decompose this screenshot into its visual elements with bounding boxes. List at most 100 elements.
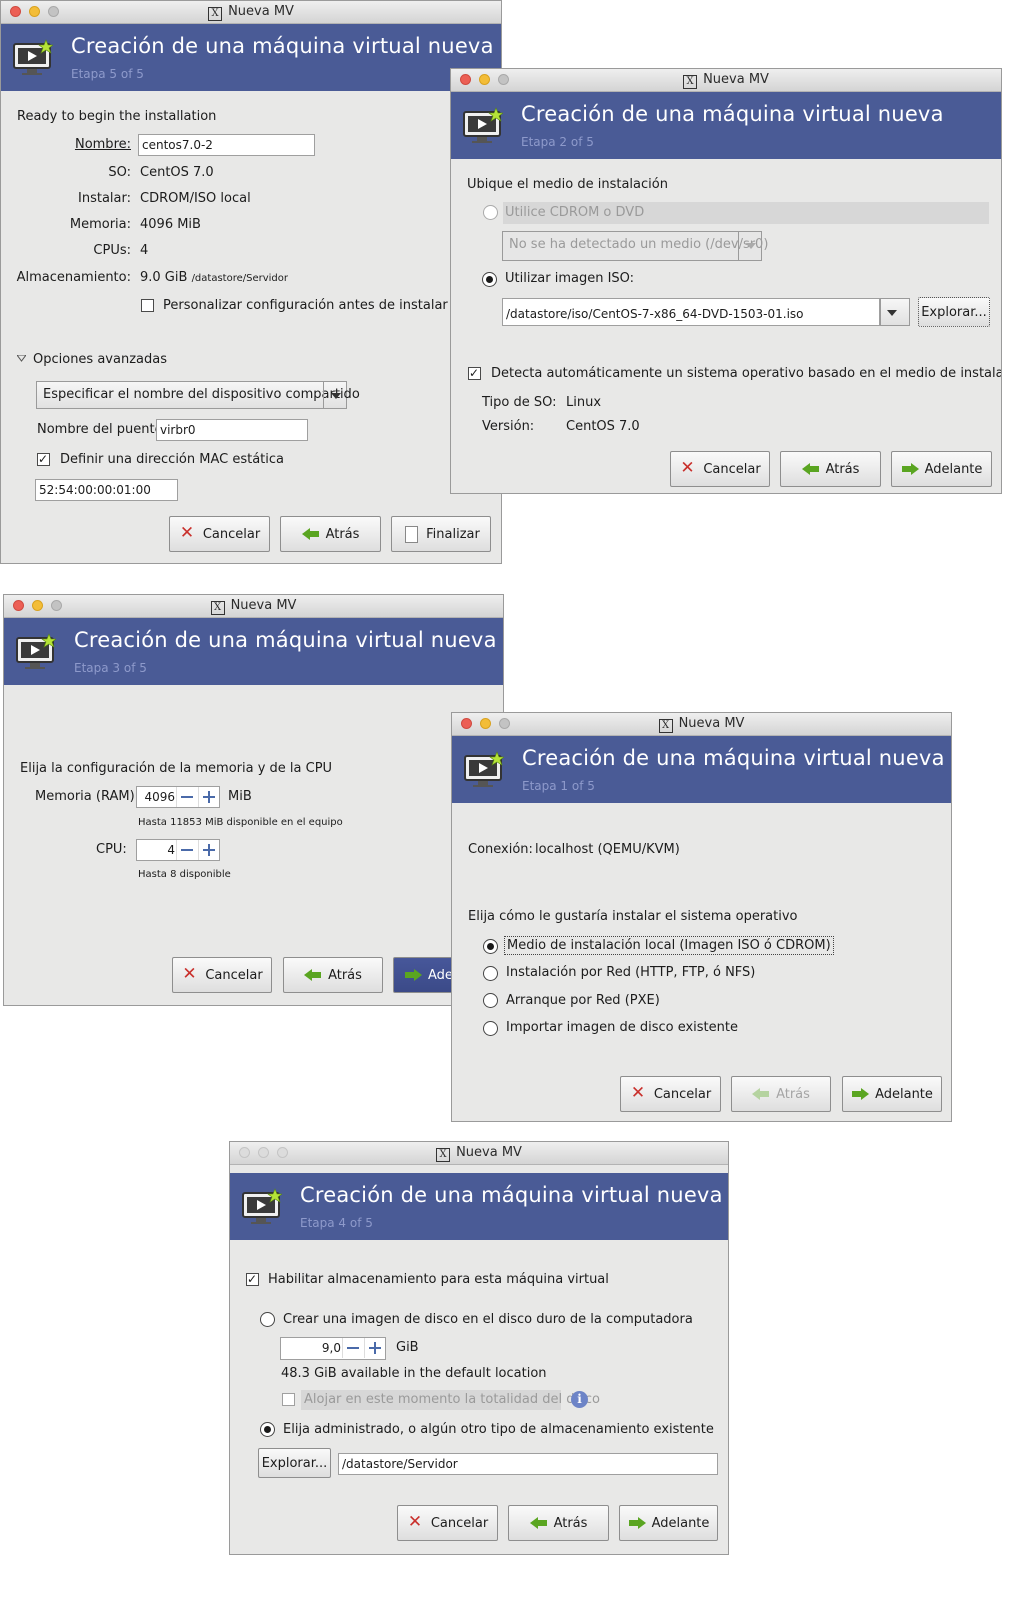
storage-path-field[interactable] [338,1453,718,1475]
window-step3: X Nueva MV Creación de una máquina virtua… [3,594,504,1006]
create-disk-radio[interactable] [260,1312,275,1327]
create-disk-label[interactable]: Crear una imagen de disco en el disco du… [283,1312,693,1327]
window-step4: X Nueva MV Creación de una máquina virtua… [229,1141,729,1555]
cpu-spinner-value: 4 [167,843,175,857]
decrement-icon[interactable] [342,1338,363,1358]
mac-checkbox[interactable] [37,453,50,466]
page-title: Creación de una máquina virtual nueva [522,746,945,770]
storage-size: 9.0 GiB [140,270,188,285]
install-option-local[interactable]: Medio de instalación local (Imagen ISO ó… [504,936,834,955]
customize-checkbox[interactable] [141,299,154,312]
advanced-options-expander[interactable]: Opciones avanzadas [33,352,167,367]
forward-button[interactable]: Adelante [619,1505,718,1541]
section-heading: Ubique el medio de instalación [467,177,668,192]
header-banner: Creación de una máquina virtual nueva Et… [452,736,951,803]
increment-icon[interactable] [198,787,219,807]
forward-button-label: Ade [428,967,453,983]
managed-storage-label[interactable]: Elija administrado, o algún otro tipo de… [283,1422,714,1437]
install-option-radio[interactable] [483,939,498,954]
titlebar[interactable]: X Nueva MV [4,595,503,618]
memory-label: Memoria: [69,217,131,232]
allocate-label[interactable]: Alojar en este momento la totalidad del … [304,1392,600,1407]
device-name-combo[interactable]: Especificar el nombre del dispositivo co… [36,381,360,409]
back-button[interactable]: Atrás [508,1505,609,1541]
x11-window-icon: X [658,719,673,733]
titlebar[interactable]: X Nueva MV [451,69,1001,92]
window-title: Nueva MV [228,4,294,19]
cancel-button-label: Cancelar [653,1086,712,1102]
mac-label[interactable]: Definir una dirección MAC estática [60,452,284,467]
install-option-network[interactable]: Instalación por Red (HTTP, FTP, ó NFS) [506,965,755,980]
titlebar[interactable]: X Nueva MV [1,1,501,24]
iso-radio[interactable] [482,272,497,287]
cancel-button[interactable]: Cancelar [397,1505,498,1541]
forward-button[interactable]: Adelante [891,451,992,487]
install-option-radio[interactable] [483,1021,498,1036]
name-label-text: Nombre: [74,137,131,152]
window-title: Nueva MV [230,598,297,613]
decrement-icon[interactable] [176,840,197,860]
stage-label: Etapa 1 of 5 [522,779,595,793]
managed-storage-radio[interactable] [260,1422,275,1437]
iso-label[interactable]: Utilizar imagen ISO: [505,271,634,286]
install-option-radio[interactable] [483,966,498,981]
install-option-radio[interactable] [483,993,498,1008]
install-option-import[interactable]: Importar imagen de disco existente [506,1020,738,1035]
detect-os-label[interactable]: Detecta automáticamente un sistema opera… [491,366,1001,381]
cdrom-radio[interactable] [483,205,498,220]
forward-arrow-icon [851,1085,870,1103]
os-type-value: Linux [566,395,602,410]
section-heading: Ready to begin the installation [17,109,217,124]
decrement-icon[interactable] [176,787,197,807]
titlebar[interactable]: X Nueva MV [230,1142,728,1165]
customize-label[interactable]: Personalizar configuración antes de inst… [163,298,448,313]
cdrom-device-combo[interactable]: No se ha detectado un medio (/dev/sr0) [502,231,768,261]
info-icon[interactable]: i [571,1391,588,1408]
browse-storage-button[interactable]: Explorar... [258,1448,331,1478]
detect-os-checkbox[interactable] [468,367,481,380]
storage-label: Almacenamiento: [16,270,131,285]
cancel-button[interactable]: Cancelar [670,451,770,487]
install-option-pxe[interactable]: Arranque por Red (PXE) [506,993,660,1008]
enable-storage-checkbox[interactable] [246,1273,259,1286]
cpu-spinner[interactable]: 4 [136,839,220,861]
cpus-value: 4 [140,243,149,258]
iso-path-field[interactable] [502,298,880,326]
expander-arrow-icon[interactable] [17,355,26,362]
back-button[interactable]: Atrás [280,516,381,552]
memory-label: Memoria (RAM): [35,789,140,804]
window-title-wrap: X Nueva MV [452,716,951,733]
window-title: Nueva MV [456,1145,522,1160]
back-button[interactable]: Atrás [731,1076,831,1112]
disk-size-value: 9,0 [321,1341,341,1355]
disk-size-spinner[interactable]: 9,0 [280,1337,386,1360]
finish-button[interactable]: Finalizar [391,516,491,552]
bridge-field[interactable] [156,419,308,441]
iso-history-dropdown[interactable] [880,298,910,326]
cdrom-label[interactable]: Utilice CDROM o DVD [505,205,644,220]
virt-manager-new-vm-icon [13,39,53,75]
cancel-button[interactable]: Cancelar [172,957,272,993]
back-button[interactable]: Atrás [780,451,881,487]
increment-icon[interactable] [198,840,219,860]
window-step1: X Nueva MV Creación de una máquina virtua… [451,712,952,1122]
cancel-button[interactable]: Cancelar [169,516,270,552]
memory-spinner[interactable]: 4096 [136,786,220,808]
window-step2: X Nueva MV Creación de una máquina virtua… [450,68,1002,494]
back-button[interactable]: Atrás [283,957,383,993]
name-field[interactable] [138,134,315,156]
cancel-button-label: Cancelar [202,526,261,542]
chevron-down-icon [880,299,909,325]
header-banner: Creación de una máquina virtual nueva Et… [4,618,503,685]
cancel-button[interactable]: Cancelar [620,1076,721,1112]
increment-icon[interactable] [364,1338,385,1358]
forward-button[interactable]: Adelante [842,1076,942,1112]
titlebar[interactable]: X Nueva MV [452,713,951,736]
os-label: SO: [108,165,131,180]
enable-storage-label[interactable]: Habilitar almacenamiento para esta máqui… [268,1272,609,1287]
bridge-label: Nombre del puente: [37,422,167,437]
browse-iso-button[interactable]: Explorar... [918,297,990,327]
mac-field[interactable] [35,479,178,501]
memory-unit: MiB [228,789,252,804]
allocate-checkbox[interactable] [282,1393,295,1406]
